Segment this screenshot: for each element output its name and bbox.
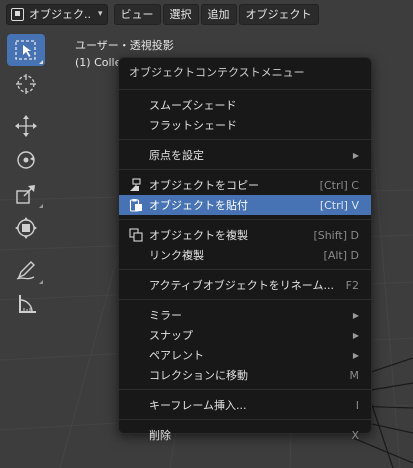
cursor-icon (16, 74, 36, 94)
paste-icon (129, 199, 142, 212)
move-icon (15, 115, 37, 137)
menu-item-label: アクティブオブジェクトをリネーム... (149, 279, 334, 292)
menu-item-move-to-collection[interactable]: コレクションに移動 M (119, 365, 371, 385)
menu-add[interactable]: 追加 (200, 3, 237, 25)
menu-item-label: リンク複製 (149, 249, 204, 262)
menu-item-label: オブジェクトを貼付 (149, 199, 248, 212)
submenu-arrow-icon: ▶ (352, 330, 359, 340)
menu-item-label: ミラー (149, 309, 182, 322)
menu-item-label: オブジェクトをコピー (149, 179, 259, 192)
submenu-arrow-icon: ▶ (352, 150, 359, 160)
menu-title: オブジェクトコンテクストメニュー (129, 66, 305, 79)
menu-item-label: スムーズシェード (149, 99, 237, 112)
menu-item-shortcut: [Alt] D (323, 248, 359, 262)
menu-item-shortcut: M (349, 368, 360, 382)
menu-item-insert-keyframe[interactable]: キーフレーム挿入... I (119, 395, 371, 415)
mode-label: オブジェク.. (29, 8, 91, 21)
menu-item-parent[interactable]: ペアレント ▶ (119, 345, 371, 365)
menu-separator (119, 169, 371, 170)
menu-item-label: スナップ (149, 329, 193, 342)
copy-icon (130, 178, 141, 191)
annotate-tool[interactable] (7, 254, 45, 286)
select-box-icon (15, 40, 36, 60)
rotate-tool[interactable] (7, 144, 45, 176)
transform-tool[interactable] (7, 212, 45, 244)
menu-item-shortcut: I (355, 398, 359, 412)
header-menus: ビュー 選択 追加 オブジェクト (113, 3, 319, 25)
menu-select[interactable]: 選択 (162, 3, 199, 25)
menu-item-label: 削除 (149, 429, 171, 442)
collection-label: (1) Colle (75, 56, 122, 69)
menu-item-shade-smooth[interactable]: スムーズシェード (119, 95, 371, 115)
submenu-arrow-icon: ▶ (352, 310, 359, 320)
menu-object[interactable]: オブジェクト (238, 3, 319, 25)
object-context-menu: オブジェクトコンテクストメニュー スムーズシェード フラットシェード 原点を設定… (118, 57, 372, 442)
menu-separator (119, 219, 371, 220)
menu-separator (119, 269, 371, 270)
menu-separator (119, 389, 371, 390)
pencil-icon (16, 261, 35, 280)
menu-item-shortcut: [Ctrl] C (319, 178, 359, 192)
menu-item-label: フラットシェード (149, 119, 237, 132)
scale-tool[interactable] (7, 178, 45, 210)
menu-item-shortcut: X (351, 428, 359, 442)
menu-item-label: オブジェクトを複製 (149, 229, 248, 242)
menu-item-rename-active[interactable]: アクティブオブジェクトをリネーム... F2 (119, 275, 371, 295)
menu-separator (119, 139, 371, 140)
transform-icon (15, 217, 37, 239)
menu-item-delete[interactable]: 削除 X (119, 425, 371, 445)
measure-tool[interactable] (7, 288, 45, 320)
menu-separator (119, 89, 371, 90)
menu-item-paste-objects[interactable]: オブジェクトを貼付 [Ctrl] V (119, 195, 371, 215)
menu-item-shortcut: [Ctrl] V (319, 198, 359, 212)
tool-shelf (5, 34, 47, 322)
scale-icon (16, 185, 35, 204)
menu-item-label: 原点を設定 (149, 149, 204, 162)
menu-view[interactable]: ビュー (113, 3, 161, 25)
object-mode-dropdown[interactable]: オブジェク.. ▾ (6, 3, 108, 25)
menu-separator (119, 299, 371, 300)
menu-item-shade-flat[interactable]: フラットシェード (119, 115, 371, 135)
menu-item-snap[interactable]: スナップ ▶ (119, 325, 371, 345)
duplicate-icon (129, 228, 143, 242)
select-box-tool[interactable] (7, 34, 45, 66)
submenu-arrow-icon: ▶ (352, 350, 359, 360)
chevron-down-icon: ▾ (98, 9, 103, 19)
ruler-icon (19, 295, 36, 313)
menu-item-label: ペアレント (149, 349, 204, 362)
viewport-header: オブジェク.. ▾ ビュー 選択 追加 オブジェクト (0, 0, 413, 28)
menu-item-duplicate-linked[interactable]: リンク複製 [Alt] D (119, 245, 371, 265)
menu-separator (119, 419, 371, 420)
menu-item-duplicate-objects[interactable]: オブジェクトを複製 [Shift] D (119, 225, 371, 245)
menu-item-shortcut: [Shift] D (313, 228, 359, 242)
view-perspective-label: ユーザー・透視投影 (75, 39, 174, 52)
menu-item-label: コレクションに移動 (149, 369, 248, 382)
cursor-tool[interactable] (7, 68, 45, 100)
object-mode-icon (11, 7, 24, 21)
menu-item-copy-objects[interactable]: オブジェクトをコピー [Ctrl] C (119, 175, 371, 195)
move-tool[interactable] (7, 110, 45, 142)
menu-item-label: キーフレーム挿入... (149, 399, 247, 412)
rotate-icon (17, 151, 35, 169)
menu-item-shortcut: F2 (345, 278, 359, 292)
menu-item-mirror[interactable]: ミラー ▶ (119, 305, 371, 325)
menu-item-set-origin[interactable]: 原点を設定 ▶ (119, 145, 371, 165)
